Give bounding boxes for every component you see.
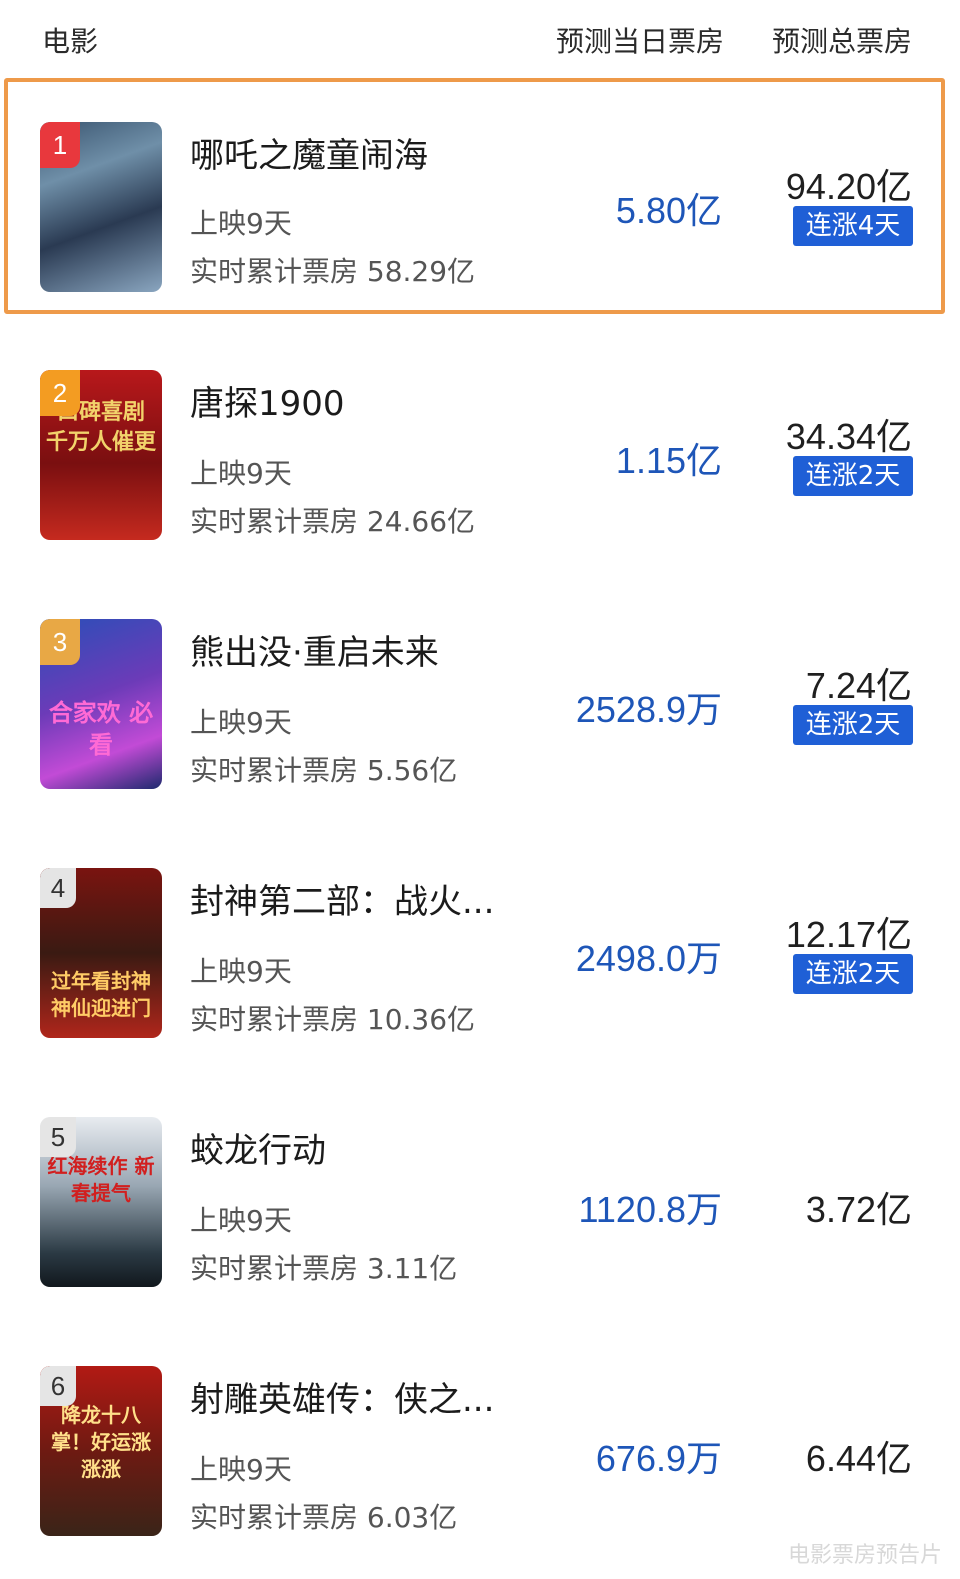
movie-title[interactable]: 熊出没·重启未来 [190,625,439,674]
movie-poster[interactable]: 过年看封神 神仙迎进门 4 [40,868,162,1038]
predicted-daily-box-office: 2528.9万 [575,689,722,730]
column-header-movie[interactable]: 电影 [42,20,98,60]
movie-title[interactable]: 射雕英雄传：侠之... [190,1372,494,1421]
predicted-total-box-office: 7.24亿 [805,665,912,706]
poster-caption: 合家欢 必看 [48,698,154,760]
trend-badge: 连涨2天 [793,954,913,994]
movie-poster[interactable]: 红海续作 新春提气 5 [40,1117,162,1287]
poster-caption: 过年看封神 神仙迎进门 [51,969,151,1020]
trend-badge: 连涨2天 [793,705,913,745]
movie-title[interactable]: 哪吒之魔童闹海 [190,128,428,177]
poster-caption: 降龙十八掌！好运涨涨涨 [51,1403,151,1481]
column-header-total-box-office[interactable]: 预测总票房 [772,20,912,60]
predicted-daily-box-office: 5.80亿 [615,190,722,231]
column-header-daily-box-office[interactable]: 预测当日票房 [556,20,724,60]
movie-poster[interactable]: 降龙十八掌！好运涨涨涨 6 [40,1366,162,1536]
predicted-total-box-office: 3.72亿 [805,1189,912,1230]
movie-poster[interactable]: 口碑喜剧 千万人催更 2 [40,370,162,540]
predicted-daily-box-office: 2498.0万 [575,938,722,979]
rank-badge: 6 [40,1366,76,1406]
poster-caption: 红海续作 新春提气 [47,1154,155,1205]
movie-row[interactable]: 过年看封神 神仙迎进门 4 封神第二部：战火... 上映9天 实时累计票房 10… [0,828,960,1064]
release-days: 上映9天 [190,1204,292,1237]
trend-badge: 连涨2天 [793,456,913,496]
movie-title[interactable]: 蛟龙行动 [190,1123,326,1172]
release-days: 上映9天 [190,955,292,988]
cumulative-box-office: 实时累计票房 58.29亿 [190,255,476,288]
predicted-total-box-office: 12.17亿 [785,914,912,955]
release-days: 上映9天 [190,457,292,490]
movie-title[interactable]: 唐探1900 [190,376,345,425]
movie-poster[interactable]: 合家欢 必看 3 [40,619,162,789]
predicted-daily-box-office: 1120.8万 [578,1189,722,1230]
cumulative-box-office: 实时累计票房 3.11亿 [190,1252,458,1285]
predicted-daily-box-office: 1.15亿 [615,440,722,481]
release-days: 上映9天 [190,1453,292,1486]
cumulative-box-office: 实时累计票房 10.36亿 [190,1003,476,1036]
predicted-total-box-office: 34.34亿 [785,416,912,457]
rank-badge: 5 [40,1117,76,1157]
movie-row[interactable]: 红海续作 新春提气 5 蛟龙行动 上映9天 实时累计票房 3.11亿 1120.… [0,1077,960,1313]
release-days: 上映9天 [190,706,292,739]
movie-poster[interactable]: 1 [40,122,162,292]
rank-badge: 1 [40,122,80,168]
watermark: 电影票房预告片 [787,1543,942,1568]
movie-row[interactable]: 合家欢 必看 3 熊出没·重启未来 上映9天 实时累计票房 5.56亿 2528… [0,579,960,815]
movie-row[interactable]: 降龙十八掌！好运涨涨涨 6 射雕英雄传：侠之... 上映9天 实时累计票房 6.… [0,1326,960,1562]
movie-title[interactable]: 封神第二部：战火... [190,874,494,923]
predicted-total-box-office: 6.44亿 [805,1438,912,1479]
cumulative-box-office: 实时累计票房 6.03亿 [190,1501,458,1534]
release-days: 上映9天 [190,207,292,240]
movie-row[interactable]: 1 哪吒之魔童闹海 上映9天 实时累计票房 58.29亿 5.80亿 94.20… [0,80,960,316]
movie-row[interactable]: 口碑喜剧 千万人催更 2 唐探1900 上映9天 实时累计票房 24.66亿 1… [0,330,960,566]
predicted-total-box-office: 94.20亿 [785,166,912,207]
trend-badge: 连涨4天 [793,206,913,246]
rank-badge: 3 [40,619,80,665]
predicted-daily-box-office: 676.9万 [595,1438,722,1479]
cumulative-box-office: 实时累计票房 5.56亿 [190,754,458,787]
rank-badge: 2 [40,370,80,416]
table-header: 电影 预测当日票房 预测总票房 [0,0,960,76]
cumulative-box-office: 实时累计票房 24.66亿 [190,505,476,538]
rank-badge: 4 [40,868,76,908]
